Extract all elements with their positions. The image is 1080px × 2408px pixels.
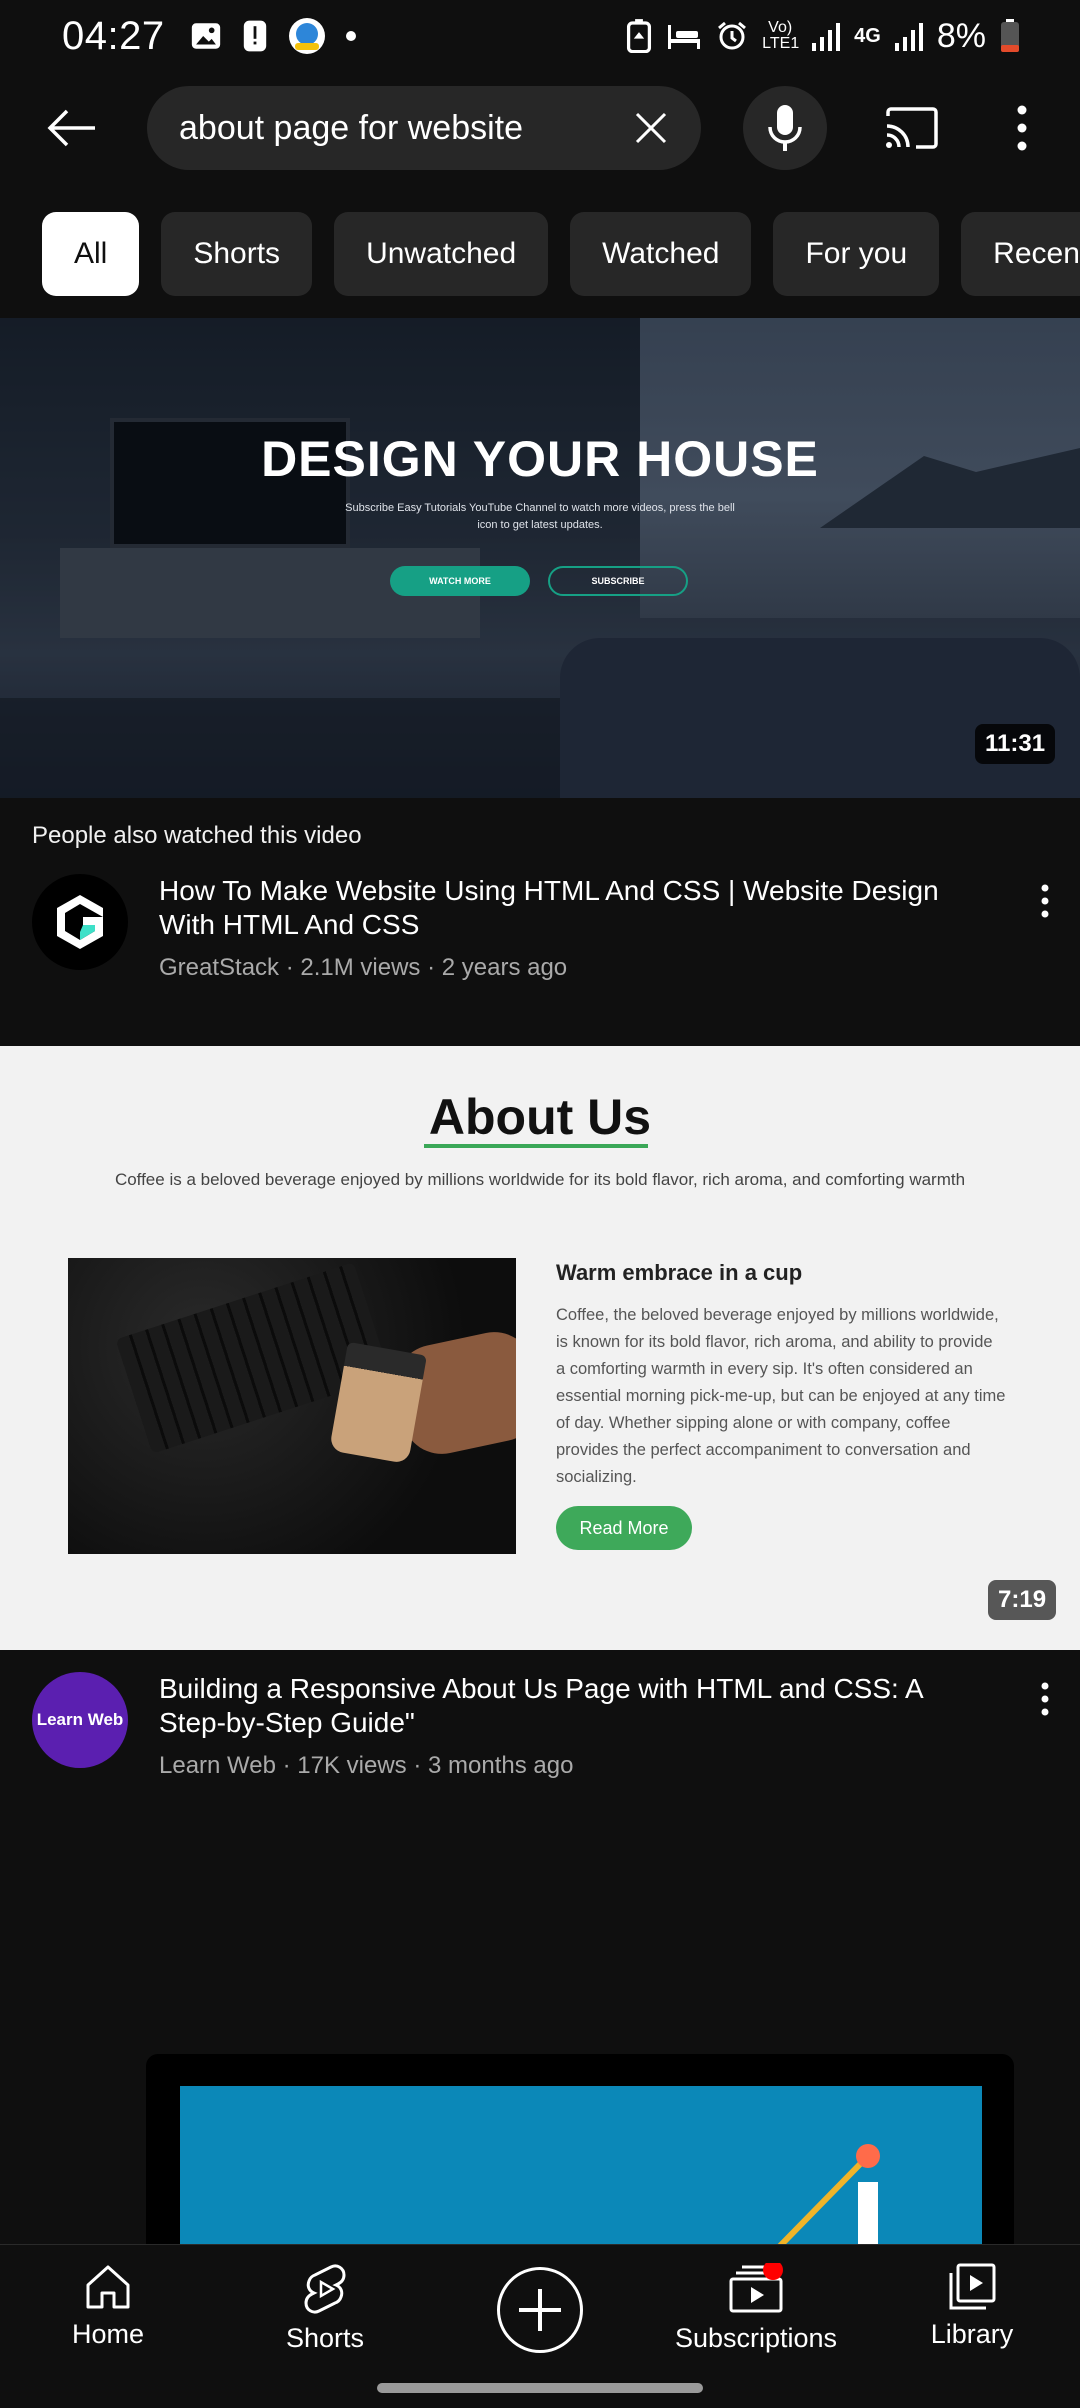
thumbnail-paragraph: Coffee, the beloved beverage enjoyed by …: [556, 1306, 1006, 1486]
library-icon: [949, 2263, 996, 2310]
more-vertical-icon: [1041, 1682, 1049, 1716]
greatstack-logo-icon: [57, 895, 103, 949]
thumbnail-watch-more: WATCH MORE: [390, 566, 530, 596]
battery-saver-icon: [627, 19, 652, 53]
search-query: about page for website: [179, 108, 524, 147]
video-thumbnail[interactable]: DESIGN YOUR HOUSE Subscribe Easy Tutoria…: [0, 318, 1080, 798]
status-right-icons: Vo) LTE1 4G 8%: [626, 17, 1020, 56]
video-title[interactable]: How To Make Website Using HTML And CSS |…: [159, 874, 979, 942]
notification-icons: [189, 16, 357, 56]
video-metadata: Learn Web · 17K views · 3 months ago: [159, 1752, 574, 1779]
thumbnail-graphic: [777, 2144, 880, 2244]
subscriptions-icon: [729, 2263, 783, 2313]
nav-subscriptions-label: Subscriptions: [674, 2323, 838, 2353]
nav-subscriptions[interactable]: Subscriptions: [656, 2263, 856, 2354]
chip-unwatched[interactable]: Unwatched: [334, 212, 549, 296]
dot-icon: [345, 31, 356, 41]
video-thumbnail[interactable]: About Us Coffee is a beloved beverage en…: [0, 1046, 1080, 1650]
thumbnail-overlay: [0, 318, 1080, 798]
thumbnail-read-more: Read More: [556, 1506, 692, 1550]
nav-shorts-label: Shorts: [285, 2323, 365, 2353]
search-input[interactable]: about page for website: [147, 86, 701, 170]
filter-chips: All Shorts Unwatched Watched For you Rec…: [42, 212, 1080, 296]
status-bar: 04:27 Vo) LTE1 4G 8%: [0, 0, 1080, 72]
nav-home-label: Home: [71, 2319, 145, 2349]
nav-home[interactable]: Home: [8, 2263, 208, 2350]
thumbnail-subtitle: Subscribe Easy Tutorials YouTube Channel…: [345, 502, 735, 531]
back-button[interactable]: [40, 98, 104, 158]
close-icon: [635, 112, 667, 144]
avatar-text: Learn Web: [36, 1710, 124, 1729]
video-meta: Learn Web Building a Responsive About Us…: [0, 1672, 1080, 1792]
signal-icon-2: [894, 23, 923, 51]
avatar[interactable]: [32, 874, 128, 970]
home-indicator[interactable]: [377, 2383, 703, 2393]
context-label: People also watched this video: [32, 822, 362, 849]
more-options-button[interactable]: [1002, 98, 1042, 158]
video-title[interactable]: Building a Responsive About Us Page with…: [159, 1672, 979, 1740]
nav-library[interactable]: Library: [872, 2263, 1072, 2350]
more-vertical-icon: [1041, 884, 1049, 918]
thumbnail-headline: DESIGN YOUR HOUSE: [261, 431, 819, 487]
nav-shorts[interactable]: Shorts: [225, 2263, 425, 2354]
gallery-icon: [191, 23, 220, 49]
video-meta: How To Make Website Using HTML And CSS |…: [0, 874, 1080, 994]
video-metadata: GreatStack · 2.1M views · 2 years ago: [159, 954, 568, 981]
cast-icon: [886, 107, 938, 149]
voice-search-button[interactable]: [743, 86, 827, 170]
microphone-icon: [768, 105, 802, 151]
chip-shorts[interactable]: Shorts: [161, 212, 313, 296]
thumbnail-coffee-photo: [68, 1258, 516, 1554]
thumbnail-heading: Warm embrace in a cup: [556, 1260, 803, 1285]
thumbnail-title: About Us: [428, 1089, 652, 1145]
battery-icon: [1001, 19, 1019, 52]
home-icon: [86, 2265, 130, 2309]
alarm-icon: [718, 21, 747, 50]
video-menu-button[interactable]: [1030, 1672, 1060, 1732]
duration-badge: 11:31: [975, 724, 1056, 764]
search-header: about page for website: [0, 84, 1080, 172]
create-button[interactable]: [497, 2267, 583, 2353]
thumbnail-subscribe: SUBSCRIBE: [548, 566, 688, 596]
chip-all[interactable]: All: [42, 212, 140, 296]
thumbnail-underline: [424, 1144, 648, 1148]
volte-label: Vo) LTE1: [762, 19, 800, 52]
nav-library-label: Library: [930, 2319, 1014, 2349]
network-type: 4G: [854, 24, 881, 47]
shorts-icon: [304, 2264, 346, 2314]
clear-search-button[interactable]: [623, 100, 679, 156]
cast-button[interactable]: [876, 98, 948, 158]
thumbnail-tagline: Coffee is a beloved beverage enjoyed by …: [114, 1170, 966, 1189]
sleep-mode-icon: [668, 25, 701, 49]
music-app-icon: [288, 18, 325, 54]
alert-icon: [243, 20, 266, 52]
avatar[interactable]: Learn Web: [32, 1672, 128, 1768]
chip-watched[interactable]: Watched: [570, 212, 752, 296]
chip-recently-uploaded[interactable]: Recently uploaded: [961, 212, 1080, 296]
battery-percent: 8%: [936, 16, 986, 55]
thumbnail-screen: [180, 2086, 982, 2244]
arrow-left-icon: [47, 109, 95, 147]
chip-for-you[interactable]: For you: [773, 212, 940, 296]
duration-badge: 7:19: [988, 1580, 1057, 1620]
plus-icon: [519, 2289, 561, 2331]
video-menu-button[interactable]: [1030, 874, 1060, 934]
video-thumbnail[interactable]: [146, 2054, 1014, 2244]
status-time: 04:27: [62, 13, 165, 58]
signal-icon: [812, 23, 841, 51]
more-vertical-icon: [1017, 105, 1027, 151]
